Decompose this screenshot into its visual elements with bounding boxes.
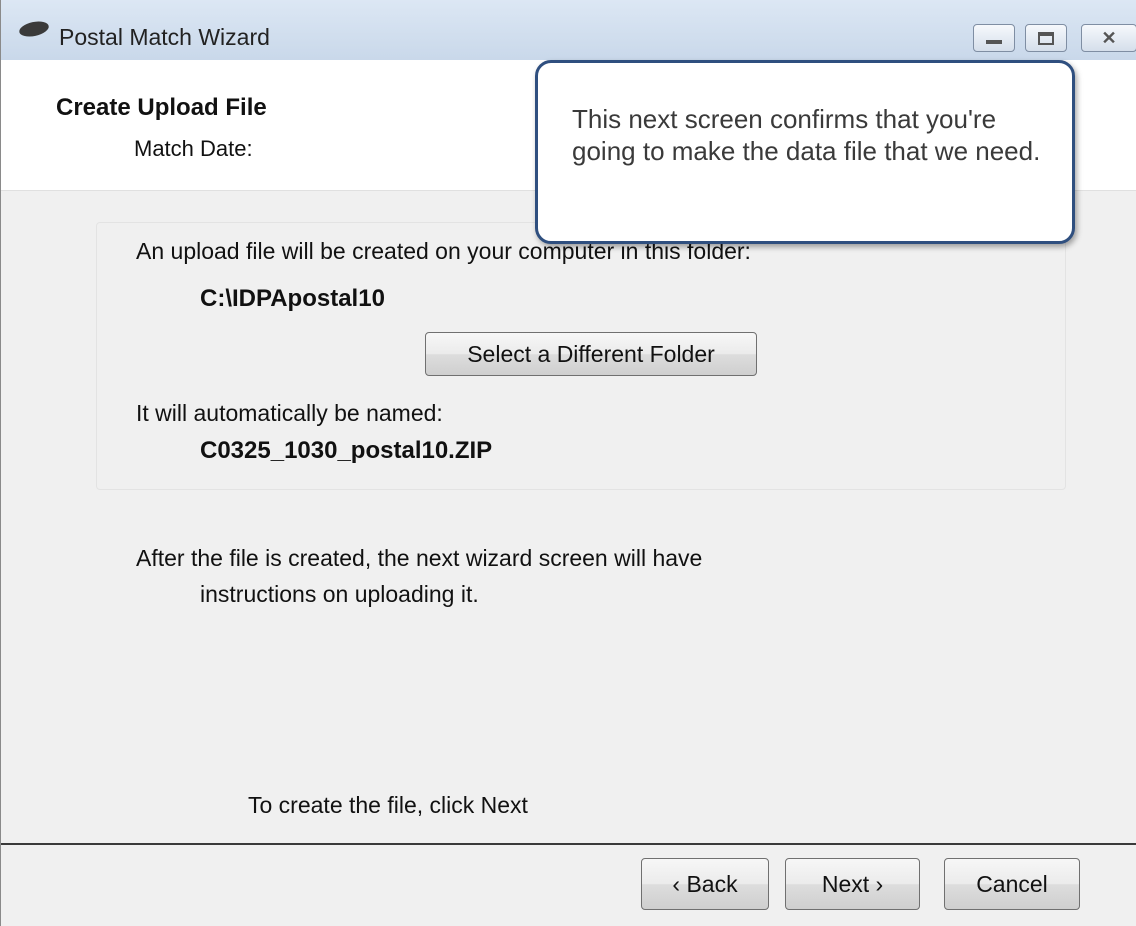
back-button[interactable]: ‹ Back — [641, 858, 769, 910]
minimize-icon — [986, 40, 1002, 44]
folder-path: C:\IDPApostal10 — [200, 285, 385, 312]
match-date-label: Match Date: — [134, 136, 253, 161]
window-title: Postal Match Wizard — [59, 24, 270, 50]
maximize-button[interactable] — [1025, 24, 1067, 52]
file-name: C0325_1030_postal10.ZIP — [200, 437, 493, 464]
next-button[interactable]: Next › — [785, 858, 920, 910]
file-name-intro-text: It will automatically be named: — [136, 400, 443, 426]
maximize-icon — [1038, 31, 1054, 45]
callout-text: This next screen confirms that you're go… — [572, 104, 1041, 166]
app-icon — [17, 19, 51, 39]
footer-separator — [1, 843, 1136, 845]
select-different-folder-button[interactable]: Select a Different Folder — [425, 332, 757, 376]
tutorial-callout: This next screen confirms that you're go… — [535, 60, 1075, 244]
footer-hint: To create the file, click Next — [248, 792, 528, 818]
cancel-button[interactable]: Cancel — [944, 858, 1080, 910]
minimize-button[interactable] — [973, 24, 1015, 52]
info-line-1: After the file is created, the next wiza… — [136, 545, 703, 571]
title-bar[interactable]: Postal Match Wizard ✕ — [1, 0, 1136, 61]
page-title: Create Upload File — [56, 94, 267, 121]
info-line-2: instructions on uploading it. — [200, 581, 479, 607]
close-icon: ✕ — [1101, 27, 1117, 48]
close-button[interactable]: ✕ — [1081, 24, 1136, 52]
